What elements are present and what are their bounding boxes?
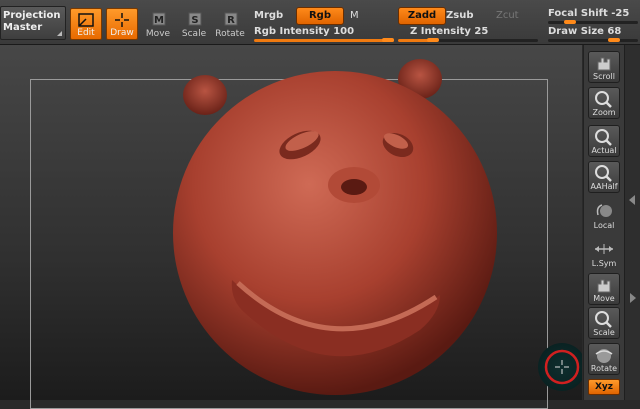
zoom-button[interactable]: Zoom [588, 87, 620, 119]
rgb-intensity-knob[interactable] [382, 38, 394, 42]
zoom-label: Zoom [592, 108, 616, 117]
rgb-intensity-slider[interactable]: Rgb Intensity 100 [254, 26, 354, 37]
z-intensity-slider[interactable]: Z Intensity 25 [410, 26, 488, 37]
scale-view-button[interactable]: Scale [588, 307, 620, 339]
rgb-intensity-track[interactable] [254, 38, 394, 42]
focal-shift-track[interactable] [548, 20, 638, 24]
right-shelf: Scroll Zoom Actual AAHalf Local L.Sym Mo… [583, 45, 624, 400]
aahalf-button[interactable]: AAHalf [588, 161, 620, 193]
rotate-sphere-icon [595, 349, 613, 363]
focal-shift-value: -25 [611, 8, 630, 19]
scale-view-label: Scale [593, 328, 615, 337]
rotate-button[interactable]: R Rotate [214, 8, 246, 40]
focal-shift-label: Focal Shift [548, 8, 608, 19]
focal-shift-slider[interactable]: Focal Shift -25 [548, 8, 629, 19]
svg-text:R: R [227, 15, 235, 26]
right-tray-edge [624, 45, 640, 400]
magnifier-aahalf-icon [595, 165, 612, 182]
move-view-button[interactable]: Move [588, 273, 620, 305]
projection-master-label-line2: Master [3, 22, 43, 33]
scale-magnifier-icon [595, 311, 612, 328]
corner-indicator-icon [57, 31, 62, 36]
local-label: Local [593, 221, 615, 230]
svg-text:S: S [191, 15, 198, 26]
zcut-toggle[interactable]: Zcut [496, 10, 519, 21]
xyz-button[interactable]: Xyz [588, 379, 620, 395]
projection-master-label-line1: Projection [3, 10, 61, 21]
zsub-toggle[interactable]: Zsub [446, 10, 473, 21]
magnifier-icon [595, 91, 612, 108]
draw-size-slider[interactable]: Draw Size 68 [548, 26, 621, 37]
edit-label: Edit [77, 28, 95, 38]
rotate-view-button[interactable]: Rotate [588, 343, 620, 375]
zadd-toggle[interactable]: Zadd [398, 7, 446, 25]
draw-label: Draw [110, 28, 134, 38]
focal-shift-knob[interactable] [564, 20, 576, 24]
bear-head-model [173, 59, 582, 395]
magnifier-actual-icon [595, 129, 612, 146]
lsym-button[interactable]: L.Sym [588, 237, 620, 269]
edit-button[interactable]: Edit [70, 8, 102, 40]
scroll-label: Scroll [593, 72, 615, 81]
mrgb-toggle[interactable]: Mrgb [254, 10, 283, 21]
actual-label: Actual [591, 146, 617, 155]
top-toolbar: Projection Master Edit Draw M Move S Sca… [0, 0, 640, 45]
move-label: Move [145, 29, 171, 39]
scale-label: Scale [181, 29, 207, 39]
brush-cursor-icon [538, 343, 582, 391]
lsym-label: L.Sym [591, 259, 617, 268]
left-ear [183, 75, 227, 115]
rotate-icon: R [224, 12, 238, 26]
rotate-view-label: Rotate [590, 364, 618, 373]
draw-size-label: Draw Size [548, 26, 604, 37]
z-intensity-value: 25 [474, 26, 489, 37]
z-intensity-knob[interactable] [427, 38, 439, 42]
edit-icon [78, 13, 94, 27]
rgb-intensity-label: Rgb Intensity [254, 26, 330, 37]
local-button[interactable]: Local [588, 199, 620, 231]
rotate-label: Rotate [215, 29, 245, 39]
hand-icon [597, 57, 611, 71]
z-intensity-label: Z Intensity [410, 26, 471, 37]
aahalf-label: AAHalf [590, 182, 618, 191]
local-rotate-icon [596, 204, 612, 217]
collapse-arrow-icon[interactable] [629, 195, 635, 205]
document-canvas[interactable] [0, 45, 582, 409]
scale-icon: S [188, 12, 202, 26]
draw-crosshair-icon [115, 13, 129, 27]
svg-text:M: M [154, 15, 164, 26]
move-view-label: Move [593, 294, 615, 303]
scale-button[interactable]: S Scale [178, 8, 210, 40]
symmetry-arrows-icon [595, 244, 613, 254]
expand-arrow-icon[interactable] [630, 293, 636, 303]
rgb-intensity-value: 100 [333, 26, 355, 37]
actual-button[interactable]: Actual [588, 125, 620, 157]
draw-size-knob[interactable] [608, 38, 620, 42]
m-toggle[interactable]: M [350, 10, 359, 21]
move-hand-icon [597, 279, 611, 293]
move-button[interactable]: M Move [142, 8, 174, 40]
rgb-intensity-fill [254, 39, 394, 42]
draw-button[interactable]: Draw [106, 8, 138, 40]
draw-size-value: 68 [607, 26, 622, 37]
projection-master-button[interactable]: Projection Master [0, 6, 66, 40]
z-intensity-track[interactable] [398, 38, 538, 42]
draw-size-track[interactable] [548, 38, 638, 42]
scroll-button[interactable]: Scroll [588, 51, 620, 83]
move-icon: M [152, 12, 166, 26]
rgb-toggle[interactable]: Rgb [296, 7, 344, 25]
